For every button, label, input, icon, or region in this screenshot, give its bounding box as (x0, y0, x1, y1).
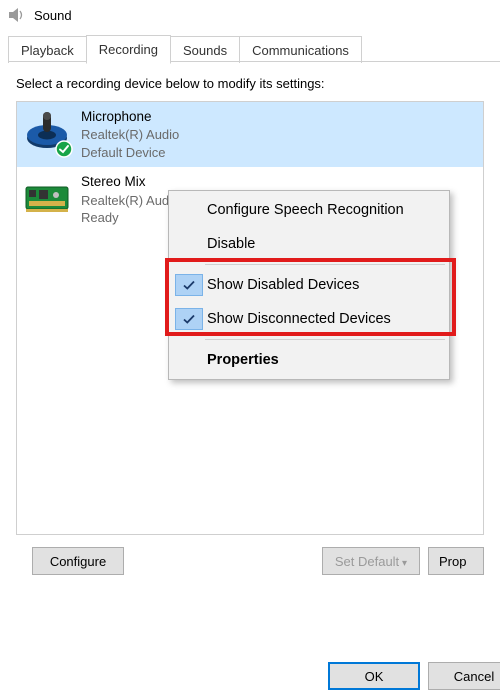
tab-recording[interactable]: Recording (86, 35, 171, 64)
device-driver: Realtek(R) Audio (81, 126, 179, 144)
titlebar: Sound (0, 0, 500, 32)
cancel-button[interactable]: Cancel (428, 662, 500, 690)
device-item-microphone[interactable]: Microphone Realtek(R) Audio Default Devi… (17, 102, 483, 167)
cm-check-blank (175, 199, 203, 221)
tab-communications[interactable]: Communications (239, 36, 362, 63)
cm-configure-speech-recognition[interactable]: Configure Speech Recognition (171, 193, 447, 227)
properties-button[interactable]: Prop (428, 547, 484, 575)
tab-button-row: Configure Set Default Prop (16, 535, 484, 575)
cm-separator (205, 339, 445, 340)
checkmark-icon (175, 274, 203, 296)
cm-check-blank (175, 233, 203, 255)
device-text: Microphone Realtek(R) Audio Default Devi… (81, 108, 179, 161)
checkmark-icon (175, 308, 203, 330)
tab-playback[interactable]: Playback (8, 36, 87, 63)
speaker-icon (8, 6, 26, 24)
tab-sounds[interactable]: Sounds (170, 36, 240, 63)
cm-check-blank (175, 349, 203, 371)
configure-button[interactable]: Configure (32, 547, 124, 575)
device-status: Default Device (81, 144, 179, 162)
status-default-icon (55, 140, 73, 158)
microphone-icon (23, 108, 71, 156)
cm-disable[interactable]: Disable (171, 227, 447, 261)
window-title: Sound (34, 8, 72, 23)
set-default-button[interactable]: Set Default (322, 547, 420, 575)
device-name: Microphone (81, 108, 179, 126)
device-driver: Realtek(R) Audio (81, 192, 179, 210)
cm-properties[interactable]: Properties (171, 343, 447, 377)
soundcard-icon (23, 173, 71, 221)
context-menu: Configure Speech Recognition Disable Sho… (168, 190, 450, 380)
dialog-button-row: OK Cancel (0, 652, 500, 700)
device-text: Stereo Mix Realtek(R) Audio Ready (81, 173, 179, 226)
cm-show-disabled-devices[interactable]: Show Disabled Devices (171, 268, 447, 302)
device-status: Ready (81, 209, 179, 227)
instruction-text: Select a recording device below to modif… (16, 76, 484, 91)
cm-show-disconnected-devices[interactable]: Show Disconnected Devices (171, 302, 447, 336)
tabstrip: Playback Recording Sounds Communications (0, 32, 500, 62)
cm-separator (205, 264, 445, 265)
ok-button[interactable]: OK (328, 662, 420, 690)
device-name: Stereo Mix (81, 173, 179, 191)
